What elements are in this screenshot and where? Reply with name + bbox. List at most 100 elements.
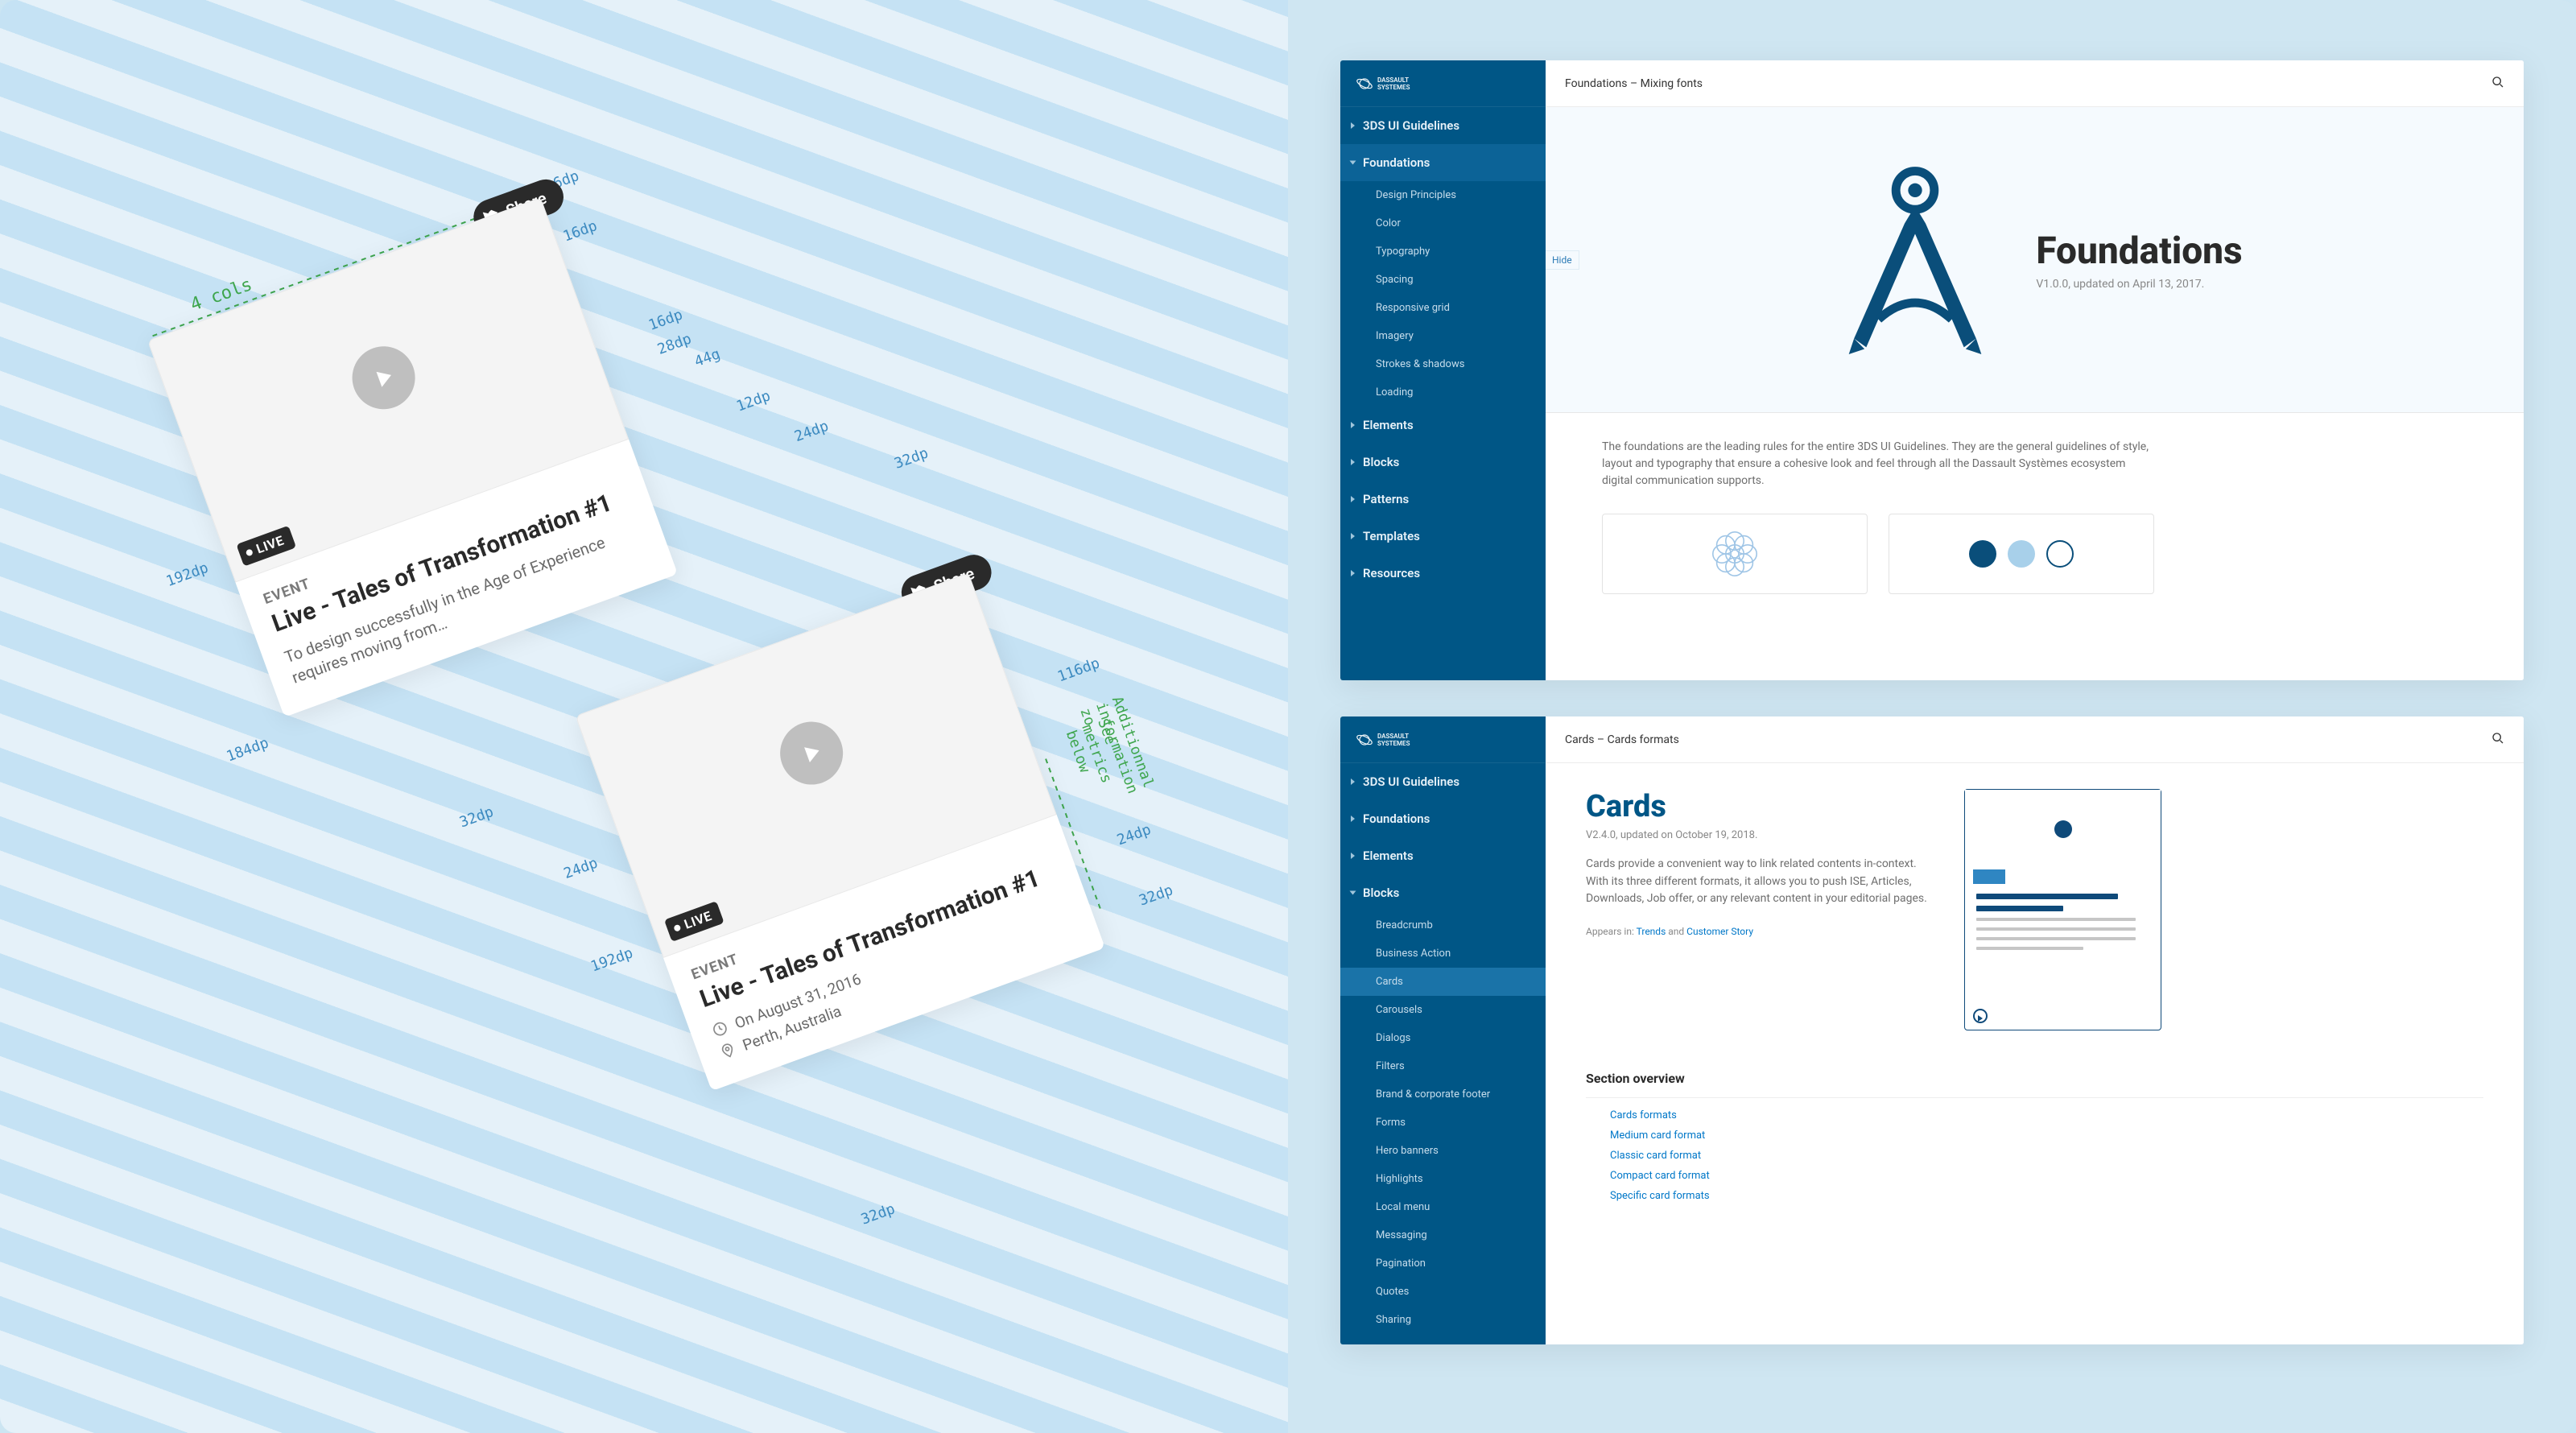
- card-preview-illustration: [1964, 789, 2161, 1030]
- sidebar-item-blocks[interactable]: Blocks: [1340, 444, 1546, 481]
- live-badge: LIVE: [236, 526, 296, 567]
- appears-prefix: Appears in:: [1586, 926, 1634, 937]
- sidebar-item-brand-footer[interactable]: Brand & corporate footer: [1340, 1080, 1546, 1109]
- dim-label-32dp: 32dp: [1137, 882, 1175, 910]
- sidebar-item-imagery[interactable]: Imagery: [1340, 322, 1546, 350]
- so-link-cards-formats[interactable]: Cards formats: [1610, 1109, 2483, 1121]
- sidebar-item-filters[interactable]: Filters: [1340, 1052, 1546, 1080]
- sidebar-item-forms[interactable]: Forms: [1340, 1109, 1546, 1137]
- sidebar-item-business-action[interactable]: Business Action: [1340, 940, 1546, 968]
- svg-text:SYSTEMES: SYSTEMES: [1377, 740, 1410, 747]
- sidebar-item-hero-banners[interactable]: Hero banners: [1340, 1137, 1546, 1165]
- sidebar-item-foundations[interactable]: Foundations: [1340, 800, 1546, 837]
- sidebar-logo[interactable]: DASSAULT SYSTEMES: [1340, 716, 1546, 763]
- section-overview-list: Cards formats Medium card format Classic…: [1586, 1097, 2483, 1202]
- sidebar-item-typography[interactable]: Typography: [1340, 237, 1546, 266]
- sidebar-item-loading[interactable]: Loading: [1340, 378, 1546, 407]
- sidebar-item-templates[interactable]: Templates: [1340, 518, 1546, 555]
- doc-main: Cards – Cards formats Cards V2.4.0, upda…: [1546, 716, 2524, 1344]
- sidebar-item-blocks[interactable]: Blocks: [1340, 874, 1546, 911]
- play-icon[interactable]: [771, 713, 852, 794]
- doc-topbar: Cards – Cards formats: [1546, 716, 2524, 763]
- event-card-2: Share LIVE EVENT Live - Tales of Transfo…: [576, 572, 1105, 1090]
- section-overview: Section overview Cards formats Medium ca…: [1546, 1047, 2524, 1210]
- dim-label-116dp: 116dp: [1055, 655, 1102, 685]
- sidebar-item-cards[interactable]: Cards: [1340, 968, 1546, 996]
- dim-label-24dp: 24dp: [562, 854, 601, 882]
- dim-label-32dp: 32dp: [457, 803, 496, 832]
- sidebar-item-guidelines[interactable]: 3DS UI Guidelines: [1340, 763, 1546, 800]
- dim-label-32dp: 32dp: [859, 1200, 898, 1229]
- guidelines-doc-foundations: DASSAULT SYSTEMES 3DS UI Guidelines Foun…: [1340, 60, 2524, 680]
- sidebar-item-spacing[interactable]: Spacing: [1340, 266, 1546, 294]
- sidebar-item-messaging[interactable]: Messaging: [1340, 1221, 1546, 1249]
- search-icon[interactable]: [2491, 732, 2504, 748]
- sidebar-item-highlights[interactable]: Highlights: [1340, 1165, 1546, 1193]
- appears-link-customer-story[interactable]: Customer Story: [1686, 926, 1753, 937]
- section-overview-title: Section overview: [1586, 1071, 2483, 1086]
- arrow-circle-icon: [1973, 1009, 1988, 1023]
- hero-hide-tab[interactable]: Hide: [1546, 250, 1579, 270]
- hero-version: V1.0.0, updated on April 13, 2017.: [2036, 278, 2242, 291]
- sidebar-item-foundations[interactable]: Foundations: [1340, 144, 1546, 181]
- appears-link-trends[interactable]: Trends: [1637, 926, 1666, 937]
- sidebar-item-design-principles[interactable]: Design Principles: [1340, 181, 1546, 209]
- dim-label-24dp: 24dp: [792, 418, 831, 446]
- appears-in: Appears in: Trends and Customer Story: [1586, 926, 1932, 937]
- card-preview-dot: [2054, 820, 2072, 838]
- sidebar-item-elements[interactable]: Elements: [1340, 837, 1546, 874]
- so-link-specific-formats[interactable]: Specific card formats: [1610, 1190, 2483, 1202]
- sidebar-item-responsive-grid[interactable]: Responsive grid: [1340, 294, 1546, 322]
- so-link-medium-format[interactable]: Medium card format: [1610, 1129, 2483, 1142]
- doc-topbar: Foundations – Mixing fonts: [1546, 60, 2524, 107]
- color-dot-secondary: [2008, 540, 2035, 568]
- sidebar-item-patterns[interactable]: Patterns: [1340, 481, 1546, 518]
- sidebar-item-pagination[interactable]: Pagination: [1340, 1249, 1546, 1278]
- sidebar-item-color[interactable]: Color: [1340, 209, 1546, 237]
- sidebar-item-quotes[interactable]: Quotes: [1340, 1278, 1546, 1306]
- sidebar-item-carousels[interactable]: Carousels: [1340, 996, 1546, 1024]
- sidebar-logo[interactable]: DASSAULT SYSTEMES: [1340, 60, 1546, 107]
- preview-tile-flower[interactable]: [1602, 514, 1868, 594]
- doc-body-paragraph: The foundations are the leading rules fo…: [1546, 413, 2206, 506]
- dassault-logo-icon: DASSAULT SYSTEMES: [1355, 72, 1451, 96]
- hero-title: Foundations: [2036, 229, 2242, 273]
- breadcrumb: Foundations – Mixing fonts: [1565, 77, 1703, 90]
- page-version: V2.4.0, updated on October 19, 2018.: [1586, 829, 1932, 841]
- doc-sidebar: DASSAULT SYSTEMES 3DS UI Guidelines Foun…: [1340, 60, 1546, 680]
- search-icon[interactable]: [2491, 76, 2504, 92]
- sidebar-item-local-menu[interactable]: Local menu: [1340, 1193, 1546, 1221]
- spec-stage: 4 cols 16dp 16dp 16dp 28dp 44g 12dp 24dp…: [0, 0, 1288, 1433]
- so-link-compact-format[interactable]: Compact card format: [1610, 1170, 2483, 1182]
- color-dots: [1969, 540, 2074, 568]
- play-icon[interactable]: [344, 337, 424, 418]
- dim-label-16dp: 16dp: [646, 306, 685, 334]
- dim-label-32dp: 32dp: [892, 444, 931, 473]
- guidelines-doc-cards: DASSAULT SYSTEMES 3DS UI Guidelines Foun…: [1340, 716, 2524, 1344]
- sidebar-item-dialogs[interactable]: Dialogs: [1340, 1024, 1546, 1052]
- sidebar-item-breadcrumb[interactable]: Breadcrumb: [1340, 911, 1546, 940]
- live-badge: LIVE: [664, 901, 724, 942]
- page-title: Cards: [1586, 789, 1932, 824]
- svg-text:DASSAULT: DASSAULT: [1377, 76, 1409, 84]
- sidebar-item-guidelines[interactable]: 3DS UI Guidelines: [1340, 107, 1546, 144]
- sidebar-item-strokes-shadows[interactable]: Strokes & shadows: [1340, 350, 1546, 378]
- clock-icon: [710, 1018, 731, 1039]
- flower-icon: [1695, 522, 1775, 586]
- color-dot-outline: [2046, 540, 2074, 568]
- preview-row: [1546, 506, 2524, 594]
- sidebar-item-sharing[interactable]: Sharing: [1340, 1306, 1546, 1334]
- page-description: Cards provide a convenient way to link r…: [1586, 856, 1932, 908]
- so-link-classic-format[interactable]: Classic card format: [1610, 1150, 2483, 1162]
- dim-label-192dp: 192dp: [164, 560, 211, 590]
- doc-main: Foundations – Mixing fonts Hide Fo: [1546, 60, 2524, 680]
- sidebar-item-resources[interactable]: Resources: [1340, 555, 1546, 592]
- dassault-logo-icon: DASSAULT SYSTEMES: [1355, 728, 1451, 752]
- right-docs-panel: DASSAULT SYSTEMES 3DS UI Guidelines Foun…: [1288, 0, 2576, 1433]
- preview-tile-colors[interactable]: [1889, 514, 2154, 594]
- card-preview-badge: [1973, 869, 2005, 884]
- svg-text:DASSAULT: DASSAULT: [1377, 733, 1409, 740]
- doc-body: Cards V2.4.0, updated on October 19, 201…: [1546, 763, 2524, 1047]
- dim-label-184dp: 184dp: [225, 734, 271, 765]
- sidebar-item-elements[interactable]: Elements: [1340, 407, 1546, 444]
